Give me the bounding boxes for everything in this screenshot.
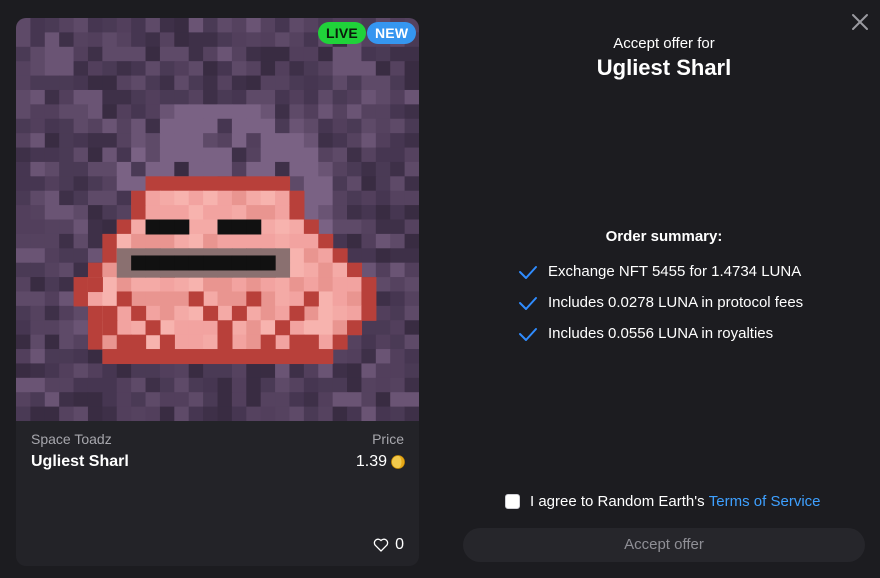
collection-name[interactable]: Space Toadz [31, 431, 112, 447]
order-summary-list: Exchange NFT 5455 for 1.4734 LUNA Includ… [518, 256, 803, 349]
pixel-art [16, 18, 419, 421]
price-value: 1.39 [356, 453, 405, 471]
check-icon [519, 265, 537, 279]
like-button[interactable]: 0 [373, 536, 404, 554]
terms-checkbox[interactable] [505, 494, 520, 509]
check-icon [519, 327, 537, 341]
summary-item: Includes 0.0278 LUNA in protocol fees [518, 287, 803, 318]
summary-item: Includes 0.0556 LUNA in royalties [518, 318, 803, 349]
luna-coin-icon [391, 455, 405, 469]
summary-item-text: Exchange NFT 5455 for 1.4734 LUNA [548, 263, 802, 280]
accept-offer-modal: LIVE NEW Space Toadz Ugliest Sharl Price… [0, 0, 880, 578]
heart-icon [373, 538, 389, 552]
nft-card[interactable]: LIVE NEW Space Toadz Ugliest Sharl Price… [16, 18, 419, 566]
nft-name[interactable]: Ugliest Sharl [31, 453, 129, 471]
price-label: Price [372, 431, 404, 447]
terms-text: I agree to Random Earth's [530, 493, 705, 510]
dialog-title-prefix: Accept offer for [613, 35, 715, 52]
summary-item-text: Includes 0.0278 LUNA in protocol fees [548, 294, 804, 311]
close-icon[interactable] [848, 10, 872, 34]
accept-offer-button[interactable]: Accept offer [463, 528, 865, 562]
dialog-title-name: Ugliest Sharl [596, 55, 732, 80]
order-summary-heading: Order summary: [605, 228, 723, 245]
terms-of-service-link[interactable]: Terms of Service [709, 493, 821, 510]
nft-image [16, 18, 419, 421]
summary-item-text: Includes 0.0556 LUNA in royalties [548, 325, 774, 342]
like-count: 0 [395, 536, 404, 553]
new-badge: NEW [367, 22, 417, 44]
summary-item: Exchange NFT 5455 for 1.4734 LUNA [518, 256, 803, 287]
price-amount: 1.39 [355, 453, 387, 470]
check-icon [519, 296, 537, 310]
terms-agreement: I agree to Random Earth's Terms of Servi… [505, 493, 821, 510]
live-badge: LIVE [318, 22, 366, 44]
